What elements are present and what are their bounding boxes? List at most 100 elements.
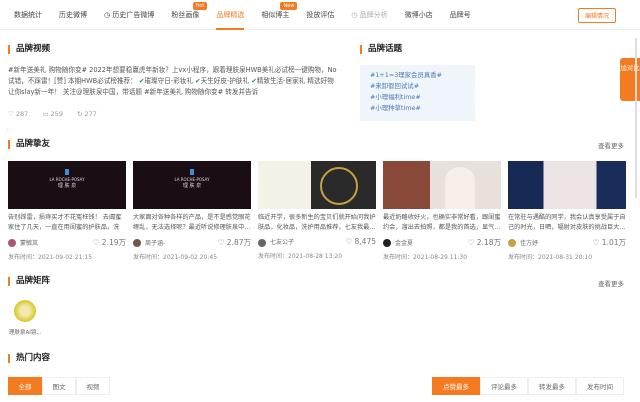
author-name: 佳方妤	[520, 240, 538, 247]
likes-count: 287	[16, 110, 28, 118]
likes: ♡ 287	[8, 110, 28, 118]
lock-icon: ◷	[351, 11, 359, 19]
avatar	[133, 239, 141, 247]
card-date: 发布时间：2021-08-31 20:10	[508, 252, 626, 261]
comment-icon: ▭	[42, 110, 50, 118]
nav-label: 历史广告微博	[112, 11, 154, 19]
card-desc: 在常驻与遇酷的同学，我会认真享受属于自己的时光，日晒，辐射对皮肤的挑战巨大...	[508, 213, 626, 233]
card-desc: 告别踩雷，损痔买才不花冤枉钱！ 去阗蜜家住了几天，一直在用闺蜜的护肤品，洗漱..…	[8, 213, 126, 233]
card-likes: ♡ 1.01万	[593, 237, 626, 248]
card-author[interactable]: 佳方妤	[508, 238, 538, 248]
thumb-up-icon: ♡	[468, 238, 477, 247]
likes-count: 2.19万	[102, 238, 126, 247]
nav-label: 粉丝画像	[171, 11, 199, 19]
nav-weibo-shop[interactable]: 微博小店	[405, 0, 433, 30]
author-name: 七友公子	[270, 239, 294, 246]
card-desc: 最近奶酪收好火，也确实非常好看，跟闺蜜约会，溜出去拍照，都是我的首选，显气...	[383, 213, 501, 233]
hot-content-title: 热门内容	[8, 354, 50, 363]
card-date: 发布时间：2021-09-02 20:45	[133, 252, 251, 261]
card-likes: ♡ 8,475	[345, 237, 376, 246]
author-name: 周子涵-	[145, 240, 165, 247]
brand-topics-list: #1+1=3理家会员真香# #来卸假回试试# #小理福利time# #小理种草t…	[360, 65, 475, 121]
topic-link[interactable]: #小理福利time#	[370, 92, 465, 103]
topic-link[interactable]: #小理种草time#	[370, 103, 465, 114]
brand-matrix-title: 品牌矩阵	[8, 277, 50, 286]
view-more-link[interactable]: 查看更多	[598, 140, 624, 150]
card-date: 发布时间：2021-08-28 13:20	[258, 251, 376, 260]
thumb-up-icon: ♡	[345, 237, 354, 246]
post-tag: 精致生活-居家礼	[257, 77, 306, 85]
avatar	[14, 300, 36, 322]
brand-video-title: 品牌视频	[8, 45, 50, 54]
nav-label: 品牌分析	[360, 11, 388, 19]
scrollbar[interactable]	[635, 38, 637, 198]
topic-link[interactable]: #来卸假回试试#	[370, 81, 465, 92]
post-stats: ♡ 287 ▭ 259 ↻ 277	[8, 110, 97, 118]
nav-brand-analysis[interactable]: ◷ 品牌分析	[351, 0, 387, 30]
post-tag: 璀璨守日-彩妆礼	[144, 77, 193, 85]
brand-friends-title: 品牌挚友	[8, 140, 50, 149]
nav-brand-account[interactable]: 品牌号	[450, 0, 471, 30]
card-desc: 大家面对各种各样的产品，是不是感觉眼花缭乱，无法选择呢？最近听说修理肤泉中...	[133, 213, 251, 233]
brand-video-post[interactable]: #新年送美礼 购物随你变# 2022年想要稳赢虎年新妆？上vx小程序，跟着理肤泉…	[8, 65, 338, 98]
card-desc: 临近开学，很多新生的宝贝们就开始问我护肤品，化妆品，洗护用品推荐，七友我最...	[258, 213, 376, 233]
thumb-title: 理 肤 泉	[133, 182, 251, 189]
nav-similar-bloggers[interactable]: 相似博主New	[261, 0, 289, 30]
reposts-count: 277	[84, 110, 96, 118]
nav-brand-selection[interactable]: 品牌精选	[216, 0, 244, 30]
avatar	[383, 239, 391, 247]
account-name: 理肤泉AI镜...	[9, 328, 42, 336]
card-likes: ♡ 2.87万	[218, 237, 251, 248]
new-badge: New	[280, 2, 297, 10]
sort-most-reposts[interactable]: 转发最多	[528, 377, 576, 395]
card-thumbnail: LA ROCHE-POSAY理 肤 泉	[133, 161, 251, 209]
card-date: 发布时间：2021-09-02 21:15	[8, 252, 126, 261]
likes-count: 8,475	[355, 237, 376, 246]
nav-data-stats[interactable]: 数据统计	[14, 0, 42, 30]
avatar	[258, 239, 266, 247]
sort-most-likes[interactable]: 点赞最多	[432, 377, 480, 395]
thumb-up-icon: ♡	[593, 238, 602, 247]
reposts: ↻ 277	[77, 110, 97, 118]
sort-publish-time[interactable]: 发布时间	[576, 377, 624, 395]
thumb-up-icon: ♡	[93, 238, 102, 247]
card-author[interactable]: 蒙毓岚	[8, 238, 38, 248]
tab-all[interactable]: 全部	[8, 377, 42, 395]
nav-history-weibo[interactable]: 历史微博	[59, 0, 87, 30]
nav-label: 相似博主	[261, 11, 289, 19]
view-more-link[interactable]: 查看更多	[598, 278, 624, 288]
add-compare-button[interactable]: 加对比	[620, 58, 640, 101]
card-thumbnail	[258, 161, 376, 209]
content-type-tabs: 全部 图文 视频	[8, 377, 110, 395]
top-nav: 数据统计 历史微博 ◷ 历史广告微博 粉丝画像Hot 品牌精选 相似博主New …	[0, 0, 640, 30]
topic-link[interactable]: #1+1=3理家会员真香#	[370, 70, 465, 81]
sort-tabs: 点赞最多 评论最多 转发最多 发布时间	[432, 377, 624, 395]
thumb-up-icon: ♡	[218, 238, 227, 247]
likes-count: 2.87万	[227, 238, 251, 247]
friend-card[interactable]: 在常驻与遇酷的同学，我会认真享受属于自己的时光，日晒，辐射对皮肤的挑战巨大...…	[508, 161, 626, 261]
edit-button[interactable]: 编辑情况	[578, 8, 616, 23]
card-thumbnail	[508, 161, 626, 209]
nav-ad-evaluation[interactable]: 投放评估	[306, 0, 334, 30]
tab-image-text[interactable]: 图文	[42, 377, 76, 395]
sort-most-comments[interactable]: 评论最多	[480, 377, 528, 395]
card-likes: ♡ 2.19万	[93, 237, 126, 248]
friend-card[interactable]: LA ROCHE-POSAY理 肤 泉 告别踩雷，损痔买才不花冤枉钱！ 去阗蜜家…	[8, 161, 126, 261]
matrix-account[interactable]: 理肤泉AI镜...	[9, 300, 42, 336]
tab-video[interactable]: 视频	[76, 377, 110, 395]
avatar	[508, 239, 516, 247]
card-author[interactable]: 金金夏	[383, 238, 413, 248]
nav-history-ad-weibo[interactable]: ◷ 历史广告微博	[104, 0, 154, 30]
likes-count: 1.01万	[602, 238, 626, 247]
thumb-title: 理 肤 泉	[8, 182, 126, 189]
comments: ▭ 259	[42, 110, 63, 118]
post-tag: 天生好皮-护肤礼	[201, 77, 250, 85]
card-thumbnail: LA ROCHE-POSAY理 肤 泉	[8, 161, 126, 209]
card-author[interactable]: 七友公子	[258, 237, 294, 247]
friend-card[interactable]: 最近奶酪收好火，也确实非常好看，跟闺蜜约会，溜出去拍照，都是我的首选，显气...…	[383, 161, 501, 261]
friend-card[interactable]: LA ROCHE-POSAY理 肤 泉 大家面对各种各样的产品，是不是感觉眼花缭…	[133, 161, 251, 261]
card-author[interactable]: 周子涵-	[133, 238, 165, 248]
friend-card[interactable]: 临近开学，很多新生的宝贝们就开始问我护肤品，化妆品，洗护用品推荐，七友我最...…	[258, 161, 376, 260]
nav-fan-profile[interactable]: 粉丝画像Hot	[171, 0, 199, 30]
likes-count: 2.18万	[477, 238, 501, 247]
